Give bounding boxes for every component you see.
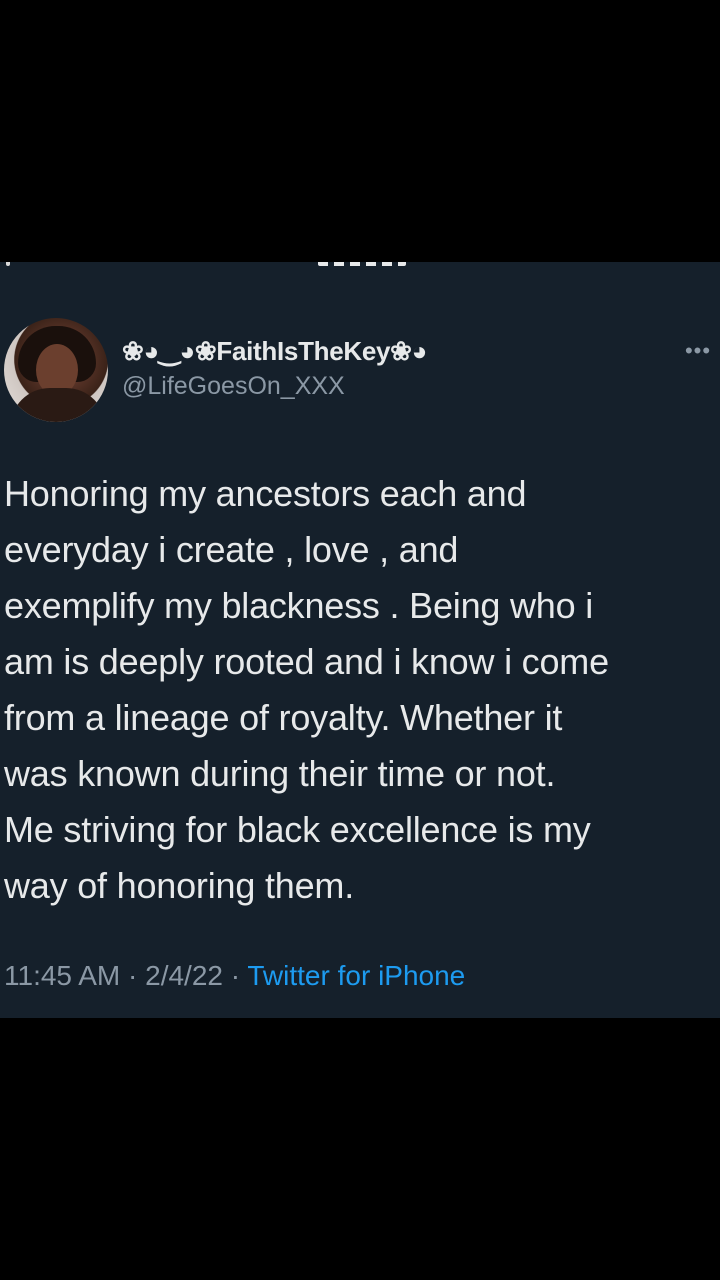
meta-separator: · xyxy=(222,960,248,991)
avatar[interactable] xyxy=(4,318,108,422)
header-title xyxy=(318,262,406,266)
tweet-source-link[interactable]: Twitter for iPhone xyxy=(247,960,465,991)
cropped-header xyxy=(0,262,720,270)
back-arrow-icon[interactable] xyxy=(6,262,10,266)
display-name[interactable]: ❀◕‿◕❀FaithIsTheKey❀◕ xyxy=(122,336,427,367)
meta-separator: · xyxy=(120,960,146,991)
tweet-time[interactable]: 11:45 AM xyxy=(4,960,120,991)
tweet-date[interactable]: 2/4/22 xyxy=(145,960,223,991)
tweet-text: Honoring my ancestors each and everyday … xyxy=(4,473,609,906)
tweet-card: ❀◕‿◕❀FaithIsTheKey❀◕ @LifeGoesOn_XXX •••… xyxy=(0,262,720,1018)
tweet-metadata: 11:45 AM · 2/4/22 · Twitter for iPhone xyxy=(4,960,465,992)
user-handle[interactable]: @LifeGoesOn_XXX xyxy=(122,372,345,401)
more-options-button[interactable]: ••• xyxy=(680,340,716,362)
avatar-body xyxy=(10,388,106,422)
more-horizontal-icon: ••• xyxy=(684,338,712,363)
